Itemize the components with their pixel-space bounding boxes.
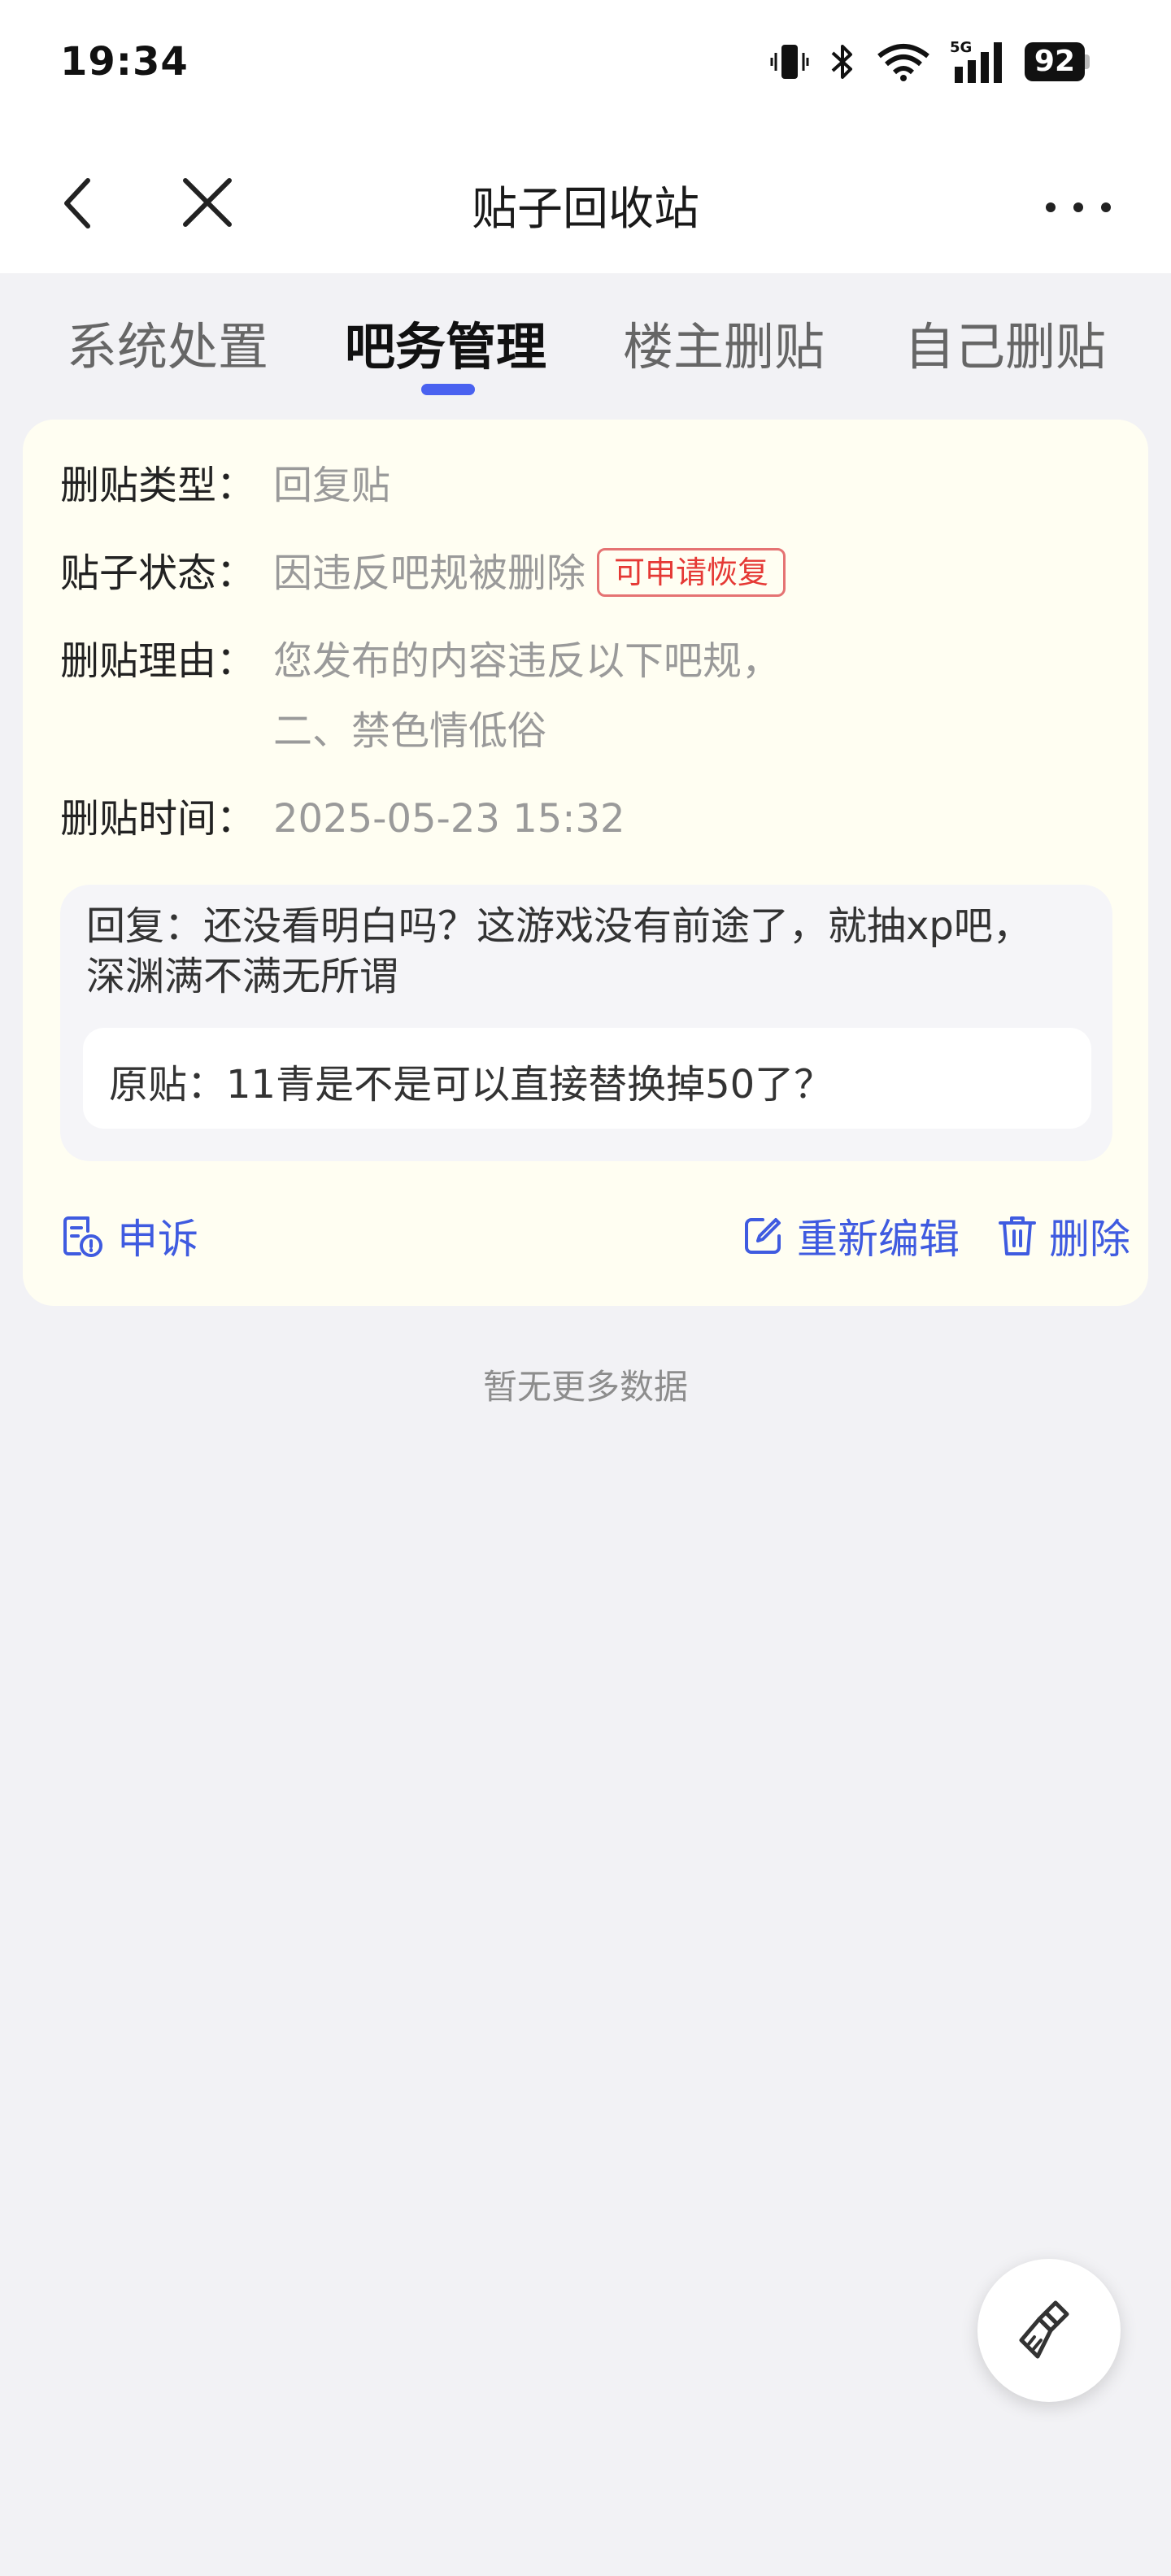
original-post-text: 原贴：11青是不是可以直接替换掉50了？ (109, 1062, 834, 1107)
status-icons: 5G 92 (769, 37, 1090, 86)
status-bar: 19:34 5G 92 (0, 0, 1171, 130)
more-icon (1046, 202, 1111, 212)
delete-type-value: 回复贴 (273, 463, 391, 508)
reedit-button[interactable]: 重新编辑 (740, 1207, 960, 1265)
broom-icon (1019, 2300, 1069, 2359)
tab-bar-management[interactable]: 吧务管理 (345, 306, 546, 379)
appeal-icon (63, 1216, 102, 1257)
wifi-icon (877, 44, 929, 81)
post-status-row: 贴子状态： 因违反吧规被删除 可申请恢复 (60, 538, 786, 608)
delete-reason-line2: 二、禁色情低俗 (273, 708, 547, 754)
edit-icon (745, 1218, 781, 1254)
status-time: 19:34 (60, 39, 189, 85)
reply-content-box[interactable]: 回复：还没看明白吗？这游戏没有前途了，就抽xp吧，深渊满不满无所谓 原贴：11青… (60, 885, 1112, 1161)
more-button[interactable] (1016, 179, 1130, 236)
nav-bar: 贴子回收站 (0, 130, 1171, 273)
reedit-label: 重新编辑 (797, 1216, 960, 1263)
delete-reason-line1: 您发布的内容违反以下吧规， (273, 638, 781, 684)
page-title: 贴子回收站 (472, 183, 699, 236)
delete-reason-label: 删贴理由： (60, 638, 256, 684)
clean-button[interactable] (977, 2259, 1121, 2402)
tab-op-deleted[interactable]: 楼主删贴 (623, 306, 825, 379)
restore-badge: 可申请恢复 (597, 548, 786, 597)
battery-cap (1085, 54, 1090, 69)
delete-time-label: 删贴时间： (60, 796, 256, 842)
signal-icon: 5G (950, 39, 1002, 83)
network-type: 5G (950, 39, 972, 56)
delete-type-label: 删贴类型： (60, 463, 256, 508)
card-actions: 申诉 重新编辑 删除 (60, 1207, 1130, 1272)
delete-type-row: 删贴类型： 回复贴 (60, 450, 390, 520)
post-status-label: 贴子状态： (60, 550, 256, 596)
reply-text: 回复：还没看明白吗？这游戏没有前途了，就抽xp吧，深渊满不满无所谓 (86, 903, 1032, 999)
delete-time-row: 删贴时间： 2025-05-23 15:32 (60, 784, 625, 854)
battery-indicator: 92 (1024, 42, 1090, 81)
original-post-box[interactable]: 原贴：11青是不是可以直接替换掉50了？ (83, 1028, 1091, 1129)
tab-system[interactable]: 系统处置 (67, 306, 268, 379)
trash-icon (999, 1216, 1036, 1255)
no-more-data-text: 暂无更多数据 (482, 1367, 688, 1407)
post-status-value: 因违反吧规被删除 (273, 550, 586, 596)
deleted-post-card: 删贴类型： 回复贴 贴子状态： 因违反吧规被删除 可申请恢复 删贴理由： 您发布的… (23, 420, 1148, 1306)
appeal-button[interactable]: 申诉 (60, 1207, 198, 1265)
tab-bar: 系统处置 吧务管理 楼主删贴 自己删贴 (0, 273, 1171, 403)
bluetooth-icon (831, 45, 852, 79)
delete-reason-row: 删贴理由： 您发布的内容违反以下吧规， 二、禁色情低俗 (60, 626, 781, 766)
battery-level: 92 (1024, 42, 1085, 81)
tab-self-deleted[interactable]: 自己删贴 (904, 306, 1106, 379)
delete-time-value: 2025-05-23 15:32 (273, 796, 625, 842)
vibrate-icon (770, 45, 809, 79)
delete-label: 删除 (1049, 1216, 1130, 1263)
appeal-label: 申诉 (117, 1216, 198, 1263)
delete-button[interactable]: 删除 (997, 1207, 1130, 1265)
tab-active-indicator (421, 384, 475, 395)
